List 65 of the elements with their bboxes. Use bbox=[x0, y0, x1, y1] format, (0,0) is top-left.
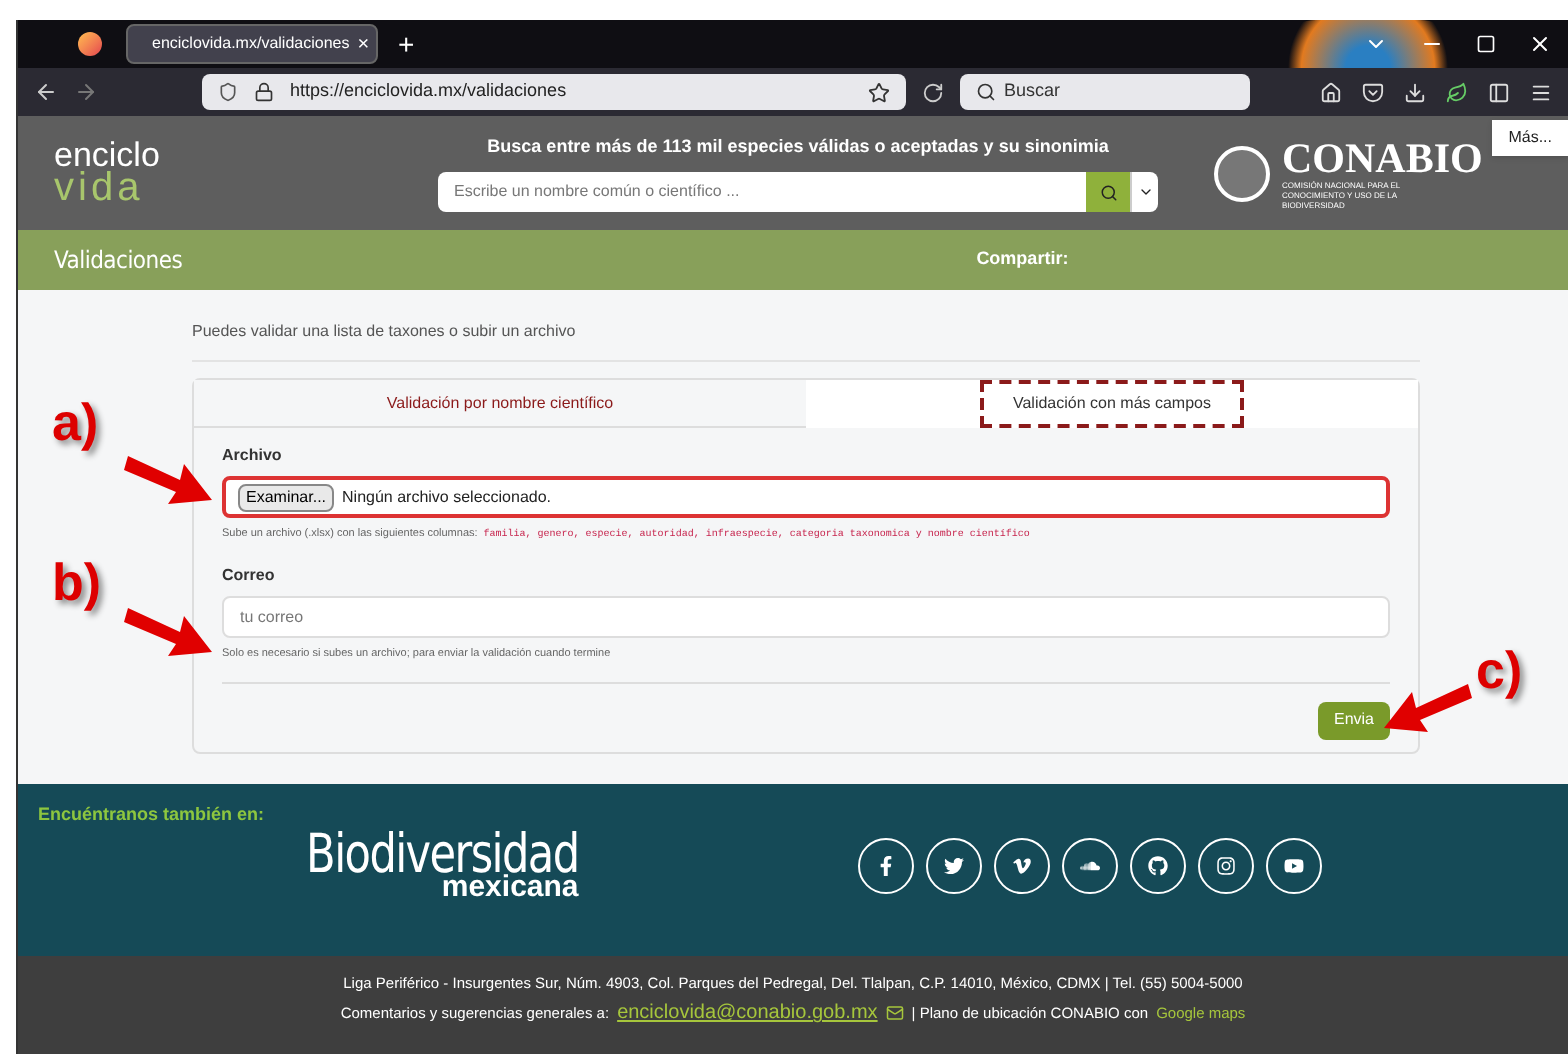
browser-logo-icon[interactable] bbox=[78, 32, 102, 56]
file-input[interactable]: Examinar... Ningún archivo seleccionado. bbox=[222, 476, 1390, 518]
cloud-icon[interactable] bbox=[1062, 838, 1119, 895]
pocket-icon[interactable] bbox=[1362, 81, 1384, 103]
field-label: Archivo bbox=[222, 444, 284, 468]
back-icon[interactable] bbox=[34, 80, 58, 104]
follow-label: Encuéntranos también en: bbox=[38, 802, 267, 828]
home-icon[interactable] bbox=[1320, 81, 1342, 103]
page-title: Validaciones bbox=[54, 244, 183, 278]
browser-search-field[interactable]: Buscar bbox=[960, 74, 1250, 110]
search-placeholder: Buscar bbox=[1004, 78, 1061, 105]
intro-text: Puedes validar una lista de taxones o subir un archivo bbox=[192, 320, 1420, 362]
sidebar-icon[interactable] bbox=[1488, 81, 1510, 103]
share-label: Compartir: bbox=[976, 246, 1069, 273]
annotation-label: a) bbox=[52, 396, 99, 448]
maximize-icon[interactable] bbox=[1476, 34, 1496, 54]
tab[interactable]: Validación con más campos bbox=[806, 380, 1418, 428]
facebook-icon[interactable] bbox=[858, 838, 915, 895]
url-bar[interactable]: https://enciclovida.mx/validaciones bbox=[202, 74, 906, 110]
menu-icon[interactable] bbox=[1530, 81, 1552, 103]
browse-button[interactable]: Examinar... bbox=[238, 483, 335, 511]
email-link[interactable]: enciclovida@conabio.gob.mx bbox=[617, 998, 878, 1029]
browser-tab[interactable]: enciclovida.mx/validaciones × bbox=[126, 24, 378, 64]
logo-text-bottom: vida bbox=[54, 170, 144, 207]
field-label: Correo bbox=[222, 563, 277, 587]
twitter-icon[interactable] bbox=[926, 838, 983, 895]
vimeo-icon[interactable] bbox=[994, 838, 1051, 895]
mail-icon bbox=[885, 1004, 904, 1023]
species-search-field[interactable]: Escribe un nombre común o científico ... bbox=[438, 172, 1086, 213]
search-icon bbox=[976, 82, 996, 102]
reload-icon[interactable] bbox=[922, 81, 944, 103]
tab-title: enciclovida.mx/validaciones bbox=[152, 32, 350, 56]
instagram-icon[interactable] bbox=[1198, 838, 1255, 895]
brand-text-top: Biodiversidad bbox=[306, 833, 579, 877]
org-name: CONABIO bbox=[1282, 137, 1483, 179]
extension-icon[interactable] bbox=[1446, 81, 1468, 103]
search-icon bbox=[1099, 183, 1117, 202]
tab-label: Validación por nombre científico bbox=[384, 391, 616, 416]
tooltip: Más... bbox=[1492, 120, 1568, 156]
brand-text-bottom: mexicana bbox=[441, 876, 579, 901]
conabio-emblem-icon bbox=[1214, 145, 1270, 201]
file-status: Ningún archivo seleccionado. bbox=[342, 485, 552, 509]
shield-icon bbox=[218, 82, 238, 102]
search-placeholder: Escribe un nombre común o científico ... bbox=[454, 180, 740, 205]
tab[interactable]: Validación por nombre científico bbox=[194, 380, 806, 428]
site-logo[interactable]: enciclo vida bbox=[54, 139, 246, 207]
search-button[interactable] bbox=[1086, 172, 1130, 213]
star-icon[interactable] bbox=[868, 81, 890, 103]
new-tab-button[interactable]: + bbox=[398, 23, 415, 65]
annotation-label: c) bbox=[1476, 644, 1523, 696]
forward-icon[interactable] bbox=[74, 80, 98, 104]
annotation-label: b) bbox=[52, 556, 102, 608]
search-tagline: Busca entre más de 113 mil especies válidas o aceptadas y su sinonimia bbox=[487, 133, 1109, 160]
logo-text-top: enciclo bbox=[54, 139, 162, 171]
url-text: https://enciclovida.mx/validaciones bbox=[290, 78, 569, 105]
github-icon[interactable] bbox=[1130, 838, 1187, 895]
brand-logo[interactable]: Biodiversidad mexicana bbox=[238, 833, 579, 901]
tab-label: Validación con más campos bbox=[980, 380, 1243, 428]
dropdown-button[interactable] bbox=[1130, 172, 1158, 213]
close-icon[interactable] bbox=[1528, 32, 1552, 56]
lock-icon bbox=[254, 82, 274, 102]
email-input[interactable]: tu correo bbox=[222, 595, 1390, 637]
youtube-icon[interactable] bbox=[1266, 838, 1323, 895]
tab-close[interactable]: × bbox=[357, 29, 370, 59]
download-icon[interactable] bbox=[1404, 81, 1426, 103]
